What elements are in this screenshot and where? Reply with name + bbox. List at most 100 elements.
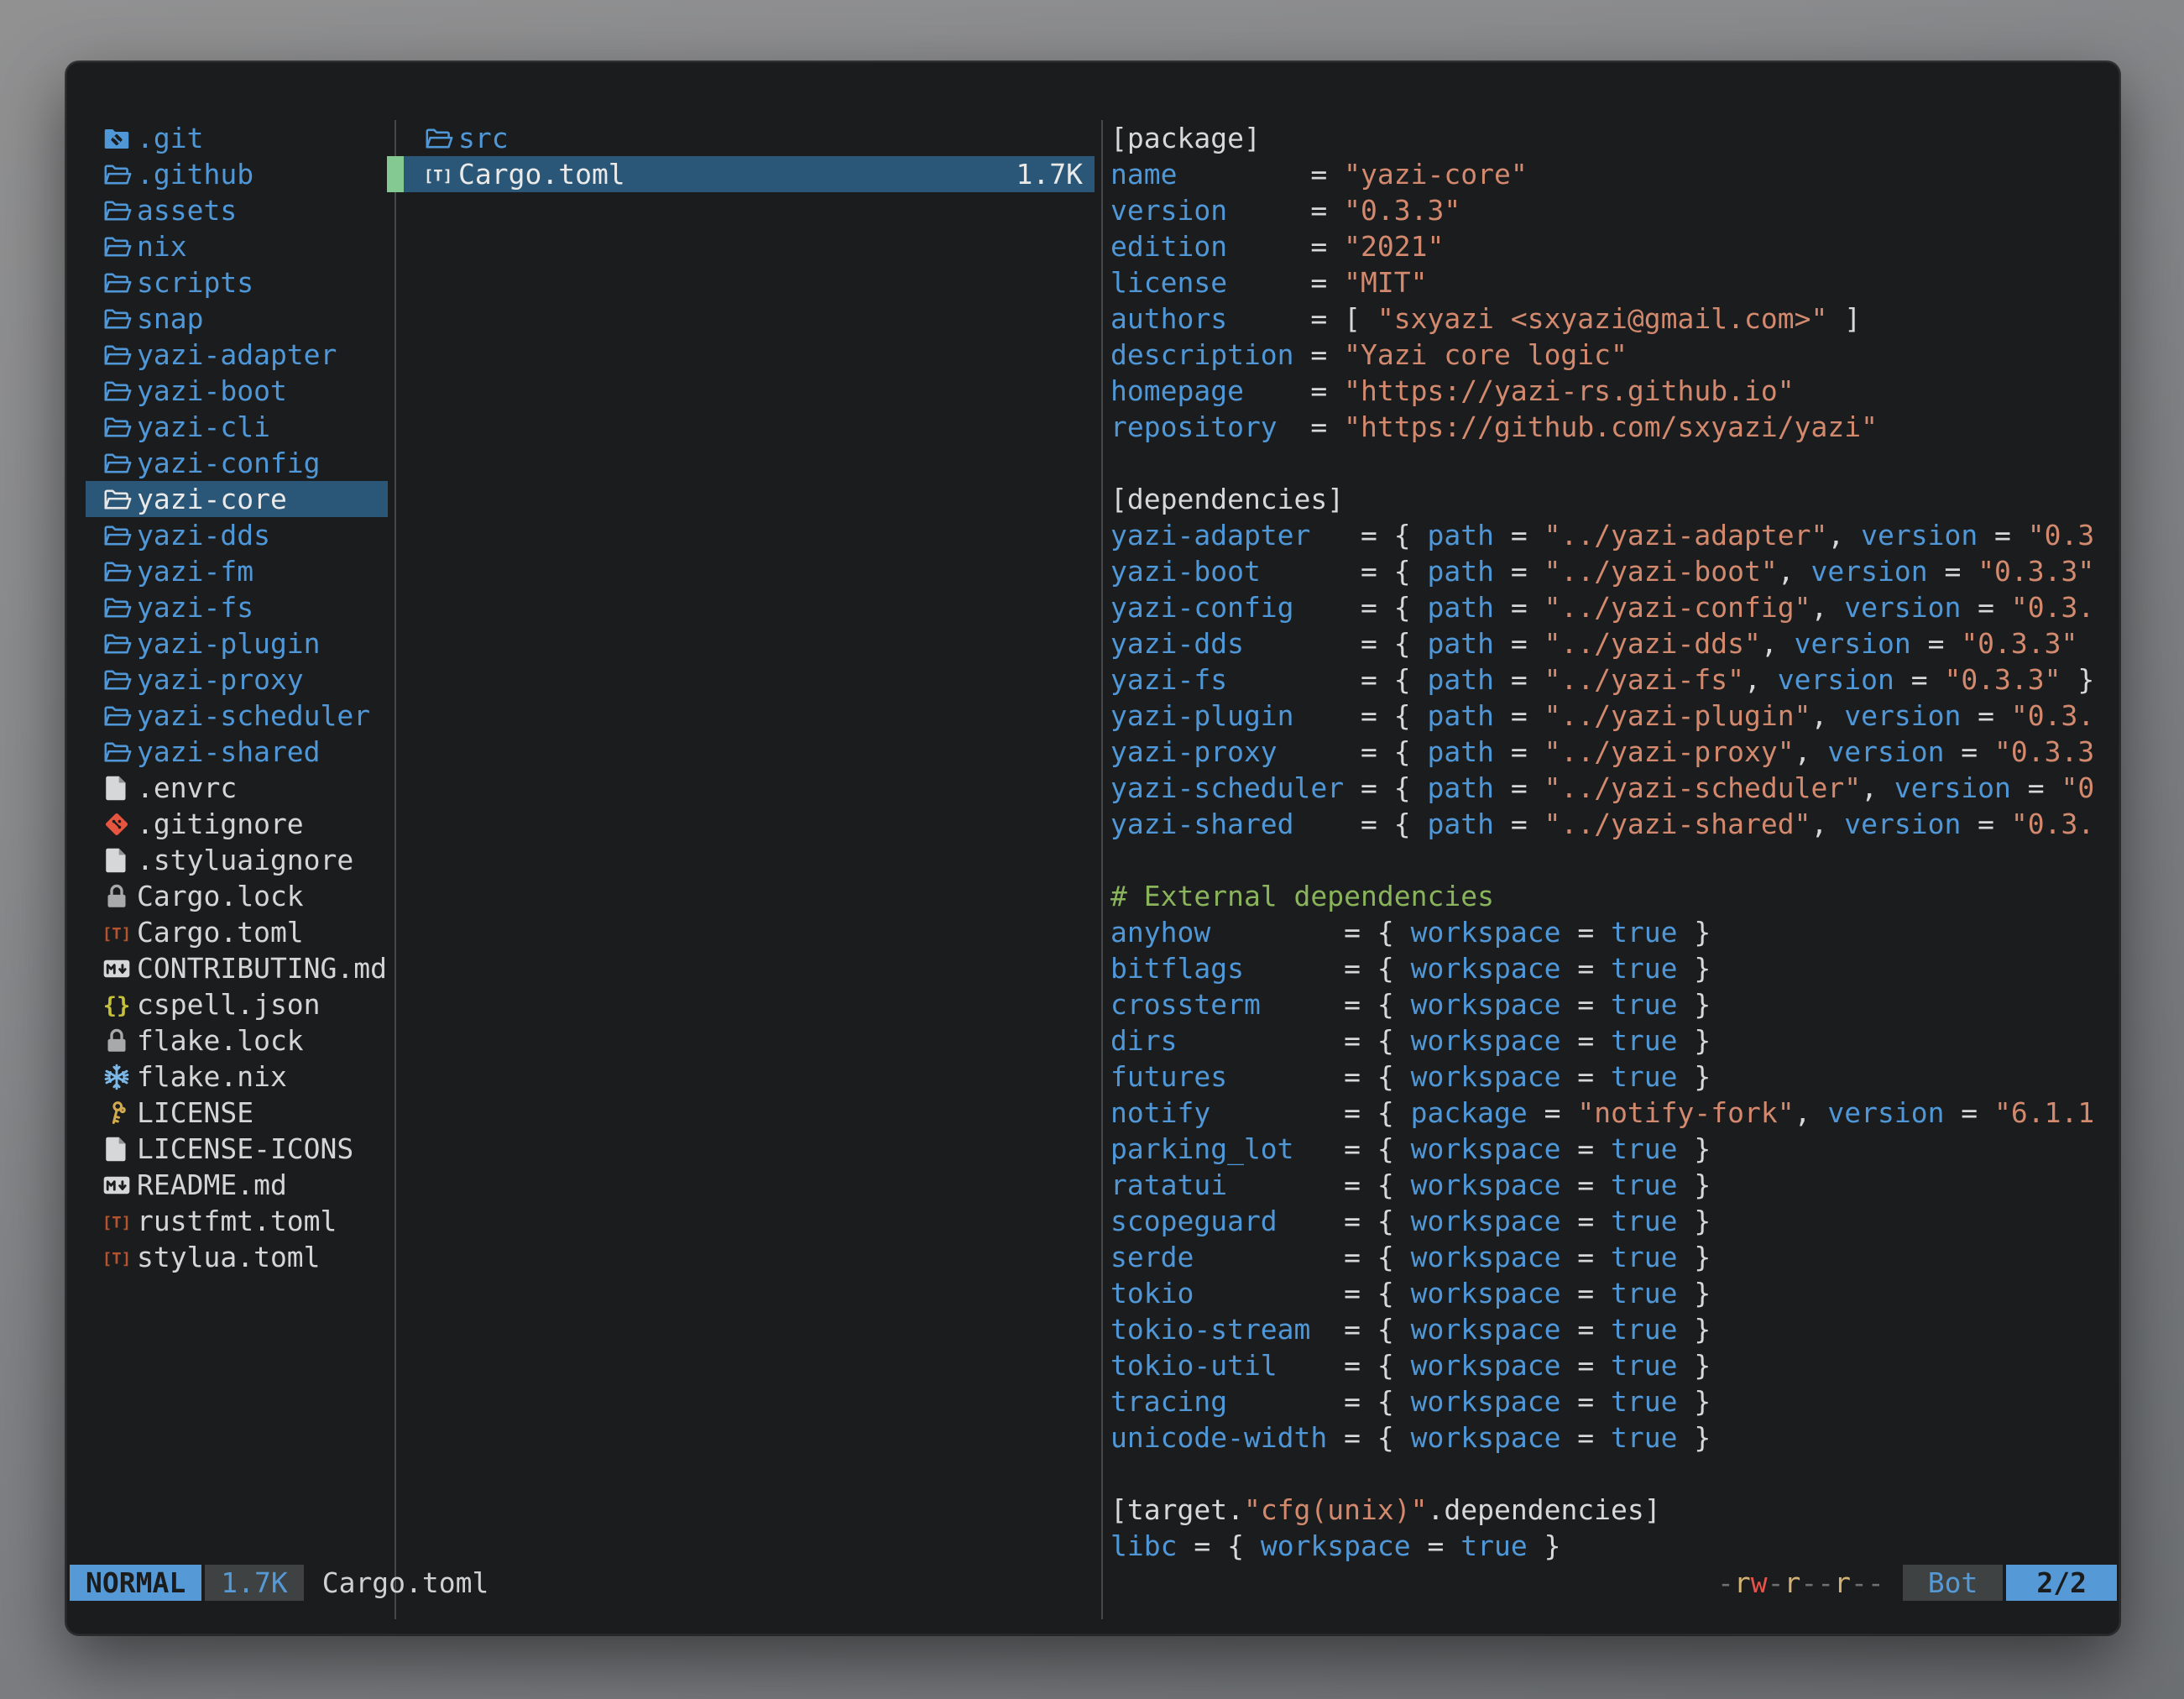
entry-label: yazi-shared bbox=[137, 734, 321, 770]
folder-entry[interactable]: yazi-shared bbox=[86, 734, 388, 770]
terminal-window: .git.githubassetsnixscriptssnapyazi-adap… bbox=[65, 61, 2120, 1635]
file-entry[interactable]: {}cspell.json bbox=[86, 986, 388, 1022]
markdown-icon bbox=[101, 953, 133, 985]
preview-line: tokio = { workspace = true } bbox=[1110, 1275, 2094, 1311]
preview-line: tokio-stream = { workspace = true } bbox=[1110, 1311, 2094, 1347]
folder-entry[interactable]: assets bbox=[86, 192, 388, 228]
preview-line: yazi-proxy = { path = "../yazi-proxy", v… bbox=[1110, 734, 2094, 770]
preview-line: scopeguard = { workspace = true } bbox=[1110, 1203, 2094, 1239]
folder-open-icon bbox=[101, 592, 133, 624]
entry-label: nix bbox=[137, 228, 187, 264]
svg-text:[T]: [T] bbox=[102, 924, 131, 943]
svg-text:{}: {} bbox=[103, 992, 131, 1018]
file-entry[interactable]: flake.nix bbox=[86, 1059, 388, 1095]
preview-line: description = "Yazi core logic" bbox=[1110, 337, 2094, 373]
file-entry[interactable]: flake.lock bbox=[86, 1022, 388, 1059]
folder-entry[interactable]: yazi-cli bbox=[86, 409, 388, 445]
folder-entry[interactable]: yazi-boot bbox=[86, 373, 388, 409]
file-entry[interactable]: LICENSE bbox=[86, 1095, 388, 1131]
folder-entry[interactable]: yazi-adapter bbox=[86, 337, 388, 373]
folder-open-icon bbox=[101, 520, 133, 552]
preview-line: yazi-dds = { path = "../yazi-dds", versi… bbox=[1110, 625, 2094, 661]
folder-open-icon bbox=[101, 159, 133, 191]
preview-line: yazi-boot = { path = "../yazi-boot", ver… bbox=[1110, 553, 2094, 589]
folder-entry[interactable]: yazi-config bbox=[86, 445, 388, 481]
preview-line: [target."cfg(unix)".dependencies] bbox=[1110, 1492, 2094, 1528]
svg-text:[T]: [T] bbox=[102, 1213, 131, 1231]
folder-open-icon bbox=[101, 303, 133, 335]
entry-label: yazi-plugin bbox=[137, 625, 321, 661]
selection-marker bbox=[387, 156, 404, 192]
preview-line: homepage = "https://yazi-rs.github.io" bbox=[1110, 373, 2094, 409]
scroll-position-badge: Bot bbox=[1903, 1565, 2004, 1601]
folder-entry[interactable]: .github bbox=[86, 156, 388, 192]
entry-label: snap bbox=[137, 301, 203, 337]
folder-entry[interactable]: snap bbox=[86, 301, 388, 337]
preview-line: yazi-plugin = { path = "../yazi-plugin",… bbox=[1110, 698, 2094, 734]
file-entry[interactable]: .styluaignore bbox=[86, 842, 388, 878]
file-entry[interactable]: CONTRIBUTING.md bbox=[86, 950, 388, 986]
folder-entry[interactable]: yazi-core bbox=[86, 481, 388, 517]
folder-entry[interactable]: src bbox=[404, 120, 1095, 156]
folder-entry[interactable]: yazi-scheduler bbox=[86, 698, 388, 734]
pane-separator-right bbox=[1101, 120, 1103, 1619]
folder-entry[interactable]: nix bbox=[86, 228, 388, 264]
folder-entry[interactable]: yazi-dds bbox=[86, 517, 388, 553]
preview-line: [dependencies] bbox=[1110, 481, 2094, 517]
entry-label: CONTRIBUTING.md bbox=[137, 950, 387, 986]
preview-line: # External dependencies bbox=[1110, 878, 2094, 914]
entry-label: README.md bbox=[137, 1167, 287, 1203]
preview-line: license = "MIT" bbox=[1110, 264, 2094, 301]
preview-line: yazi-adapter = { path = "../yazi-adapter… bbox=[1110, 517, 2094, 553]
toml-icon: [T] bbox=[101, 917, 133, 949]
folder-entry[interactable]: yazi-fs bbox=[86, 589, 388, 625]
preview-line: futures = { workspace = true } bbox=[1110, 1059, 2094, 1095]
folder-open-icon bbox=[101, 411, 133, 443]
folder-entry[interactable]: scripts bbox=[86, 264, 388, 301]
file-entry[interactable]: [T]Cargo.toml1.7K bbox=[404, 156, 1095, 192]
preview-line: version = "0.3.3" bbox=[1110, 192, 2094, 228]
preview-line: name = "yazi-core" bbox=[1110, 156, 2094, 192]
folder-entry[interactable]: yazi-fm bbox=[86, 553, 388, 589]
file-icon bbox=[101, 772, 133, 804]
folder-entry[interactable]: yazi-plugin bbox=[86, 625, 388, 661]
entry-label: assets bbox=[137, 192, 237, 228]
preview-line: dirs = { workspace = true } bbox=[1110, 1022, 2094, 1059]
entry-label: Cargo.lock bbox=[137, 878, 304, 914]
markdown-icon bbox=[101, 1169, 133, 1201]
entry-label: flake.lock bbox=[137, 1022, 304, 1059]
entry-label: LICENSE bbox=[137, 1095, 253, 1131]
file-entry[interactable]: .envrc bbox=[86, 770, 388, 806]
file-entry[interactable]: README.md bbox=[86, 1167, 388, 1203]
lock-icon bbox=[101, 1025, 133, 1057]
folder-entry[interactable]: yazi-proxy bbox=[86, 661, 388, 698]
preview-line: yazi-config = { path = "../yazi-config",… bbox=[1110, 589, 2094, 625]
parent-directory-pane: .git.githubassetsnixscriptssnapyazi-adap… bbox=[86, 120, 388, 1275]
entry-label: src bbox=[458, 120, 1095, 156]
file-entry[interactable]: [T]rustfmt.toml bbox=[86, 1203, 388, 1239]
status-filename: Cargo.toml bbox=[322, 1565, 489, 1601]
file-entry[interactable]: Cargo.lock bbox=[86, 878, 388, 914]
file-entry[interactable]: [T]stylua.toml bbox=[86, 1239, 388, 1275]
preview-line: parking_lot = { workspace = true } bbox=[1110, 1131, 2094, 1167]
folder-open-icon bbox=[101, 736, 133, 768]
preview-line: tokio-util = { workspace = true } bbox=[1110, 1347, 2094, 1383]
file-icon bbox=[101, 844, 133, 876]
preview-line: tracing = { workspace = true } bbox=[1110, 1383, 2094, 1419]
preview-line: serde = { workspace = true } bbox=[1110, 1239, 2094, 1275]
folder-entry[interactable]: .git bbox=[86, 120, 388, 156]
entry-label: .git bbox=[137, 120, 203, 156]
folder-open-icon bbox=[101, 484, 133, 515]
toml-icon: [T] bbox=[422, 159, 454, 191]
entry-size: 1.7K bbox=[1016, 156, 1095, 192]
file-entry[interactable]: LICENSE-ICONS bbox=[86, 1131, 388, 1167]
folder-open-icon bbox=[101, 195, 133, 227]
file-entry[interactable]: [T]Cargo.toml bbox=[86, 914, 388, 950]
preview-line bbox=[1110, 1456, 2094, 1492]
entry-label: LICENSE-ICONS bbox=[137, 1131, 353, 1167]
file-entry[interactable]: .gitignore bbox=[86, 806, 388, 842]
preview-line: edition = "2021" bbox=[1110, 228, 2094, 264]
permissions-text: -rw-r--r-- bbox=[1717, 1565, 1884, 1601]
folder-open-icon bbox=[422, 123, 454, 154]
git-diamond-icon bbox=[101, 808, 133, 840]
